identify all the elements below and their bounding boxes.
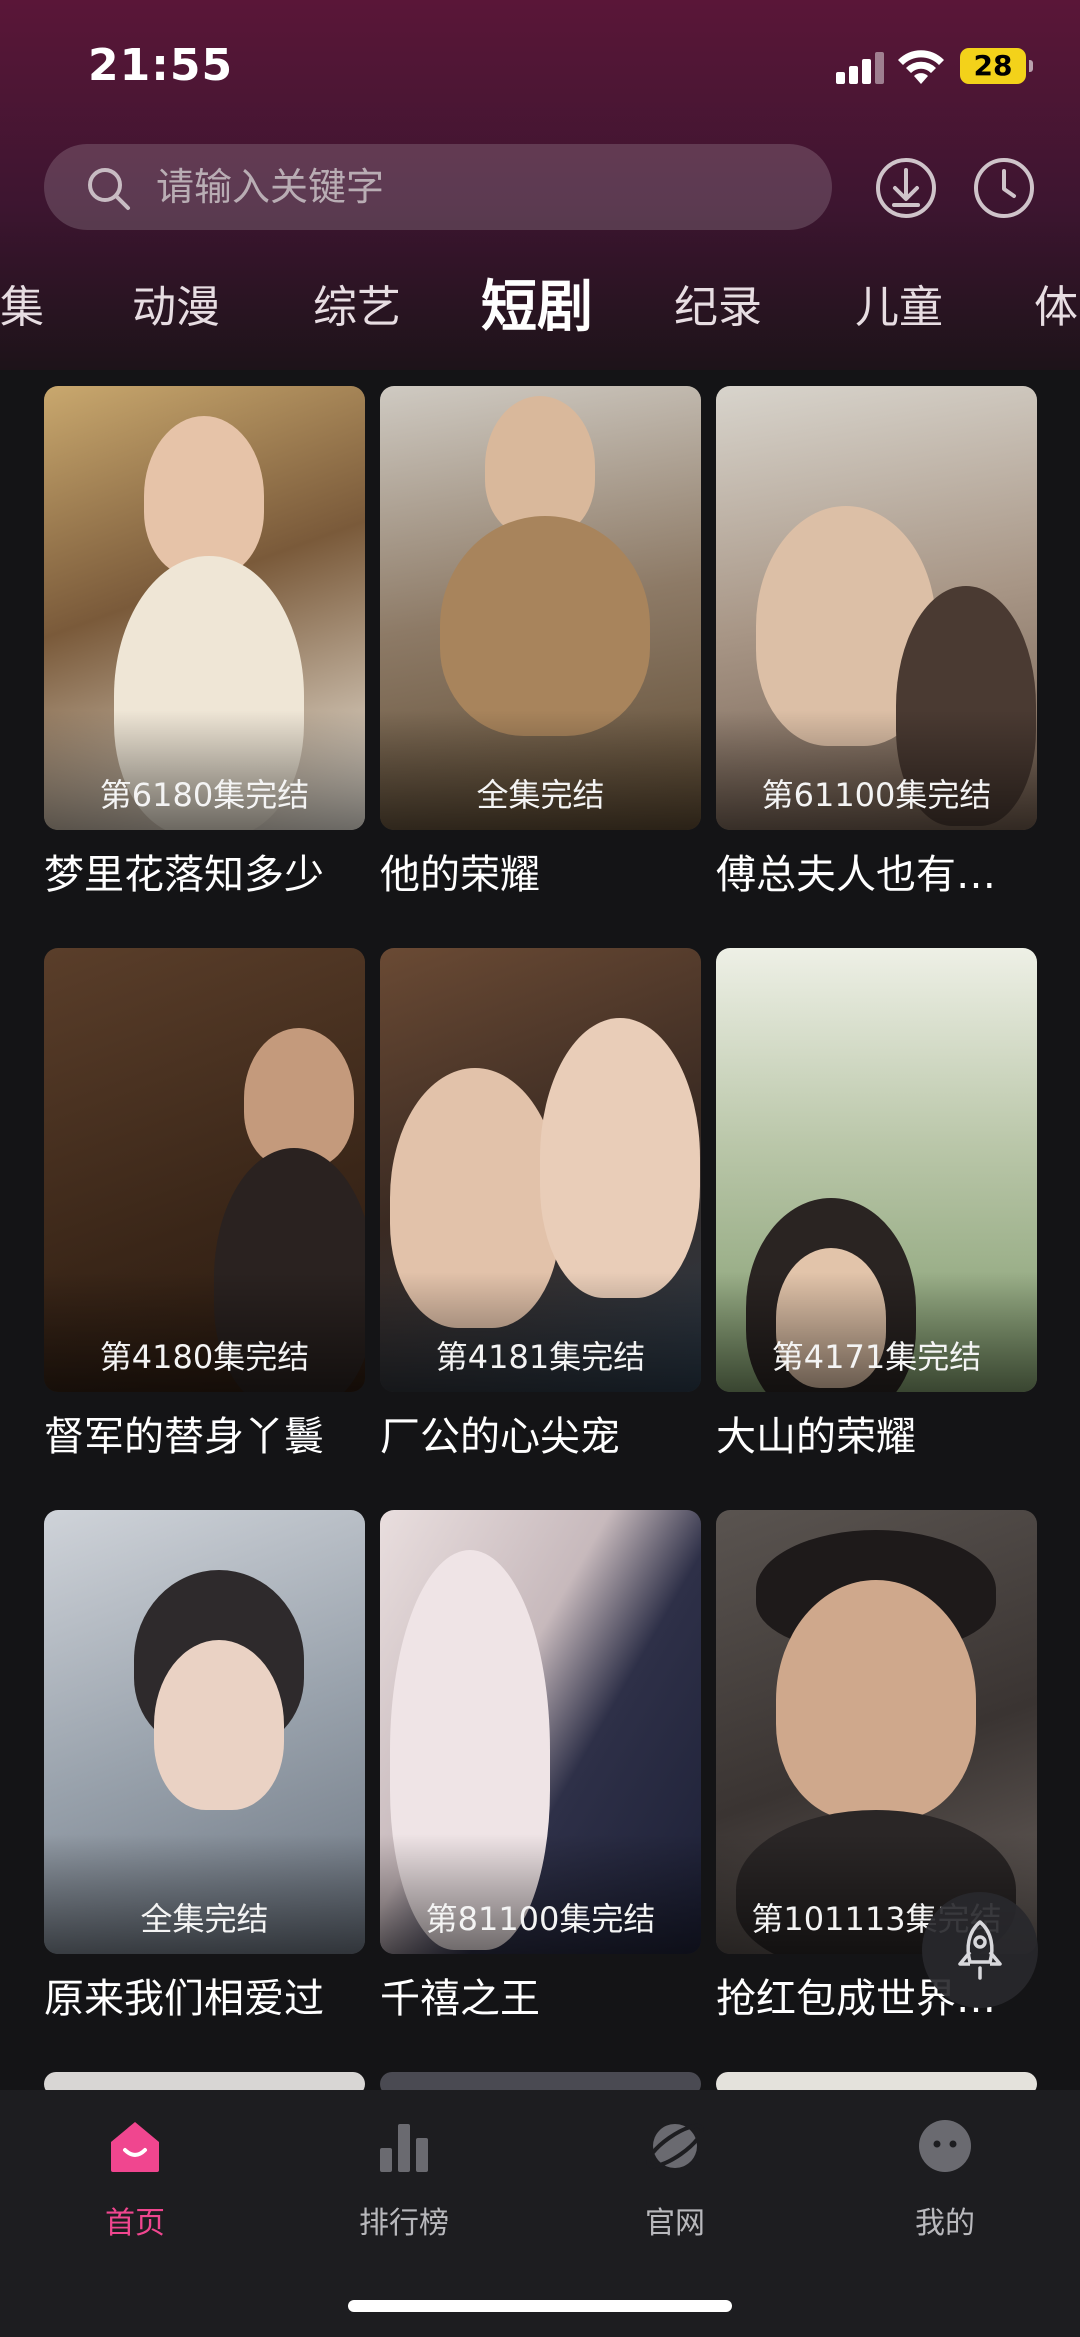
episode-status: 第4180集完结 — [99, 1338, 310, 1376]
history-icon[interactable] — [972, 156, 1036, 220]
rocket-icon — [958, 1920, 1002, 1980]
poster-image: 全集完结 — [44, 1510, 365, 1954]
poster-image: 第4180集完结 — [44, 948, 365, 1392]
poster-image: 第81100集完结 — [380, 1510, 701, 1954]
tab-short-drama[interactable]: 短剧 — [481, 268, 593, 348]
planet-icon — [646, 2123, 704, 2169]
drama-card[interactable]: 第6180集完结 梦里花落知多少 — [44, 386, 365, 902]
drama-title: 原来我们相爱过 — [44, 1976, 324, 2022]
download-icon[interactable] — [874, 156, 938, 220]
nav-home[interactable]: 首页 — [45, 2114, 225, 2242]
tab-partial-right[interactable]: 体 — [1034, 268, 1078, 348]
drama-title: 千禧之王 — [380, 1976, 540, 2022]
episode-status: 第4181集完结 — [435, 1338, 646, 1376]
tab-documentary[interactable]: 纪录 — [674, 268, 762, 348]
drama-card[interactable]: 第4181集完结 厂公的心尖宠 — [380, 948, 701, 1464]
drama-title: 傅总夫人也有… — [716, 852, 996, 898]
nav-ranking[interactable]: 排行榜 — [314, 2114, 494, 2242]
profile-icon — [919, 2120, 971, 2172]
episode-status: 第81100集完结 — [425, 1900, 656, 1938]
episode-status: 第6180集完结 — [99, 776, 310, 814]
episode-status: 全集完结 — [476, 776, 605, 814]
drama-card[interactable]: 全集完结 他的荣耀 — [380, 386, 701, 902]
tab-kids[interactable]: 儿童 — [855, 268, 943, 348]
ranking-icon — [380, 2124, 428, 2172]
poster-image: 第61100集完结 — [716, 386, 1037, 830]
drama-title: 梦里花落知多少 — [44, 852, 324, 898]
episode-status: 第61100集完结 — [761, 776, 992, 814]
episode-status: 全集完结 — [140, 1900, 269, 1938]
category-tabs: 集 动漫 综艺 短剧 纪录 儿童 体 — [0, 268, 1080, 348]
nav-official-site[interactable]: 官网 — [585, 2114, 765, 2242]
drama-title: 督军的替身丫鬟 — [44, 1414, 324, 1460]
drama-title: 大山的荣耀 — [716, 1414, 916, 1460]
tab-variety[interactable]: 综艺 — [313, 268, 401, 348]
nav-profile-label: 我的 — [915, 2206, 975, 2241]
search-input[interactable] — [156, 144, 796, 230]
tab-anime[interactable]: 动漫 — [132, 268, 220, 348]
nav-profile[interactable]: 我的 — [855, 2114, 1035, 2242]
status-time: 21:55 — [88, 40, 234, 91]
status-bar: 21:55 28 — [0, 0, 1080, 135]
drama-card[interactable]: 第61100集完结 傅总夫人也有… — [716, 386, 1037, 902]
nav-home-label: 首页 — [105, 2206, 165, 2241]
home-icon — [111, 2122, 159, 2172]
tab-partial-left[interactable]: 集 — [0, 268, 44, 348]
poster-image: 第101113集完结 — [716, 1510, 1037, 1954]
drama-card[interactable]: 第4171集完结 大山的荣耀 — [716, 948, 1037, 1464]
episode-status: 第4171集完结 — [771, 1338, 982, 1376]
signal-icon — [836, 52, 886, 84]
poster-image: 第6180集完结 — [44, 386, 365, 830]
header: 21:55 28 集 动漫 综艺 短剧 纪 — [0, 0, 1080, 370]
drama-card[interactable]: 第81100集完结 千禧之王 — [380, 1510, 701, 2026]
back-to-top-button[interactable] — [922, 1892, 1038, 2008]
home-indicator — [348, 2300, 732, 2312]
nav-official-site-label: 官网 — [645, 2206, 705, 2241]
poster-image: 第4171集完结 — [716, 948, 1037, 1392]
search-bar[interactable] — [44, 144, 832, 230]
search-icon — [88, 168, 130, 210]
drama-card[interactable]: 第4180集完结 督军的替身丫鬟 — [44, 948, 365, 1464]
drama-title: 厂公的心尖宠 — [380, 1414, 620, 1460]
drama-title: 他的荣耀 — [380, 852, 540, 898]
nav-ranking-label: 排行榜 — [359, 2206, 449, 2241]
battery-indicator: 28 — [960, 48, 1033, 84]
wifi-icon — [898, 50, 944, 84]
drama-card[interactable]: 全集完结 原来我们相爱过 — [44, 1510, 365, 2026]
poster-image: 全集完结 — [380, 386, 701, 830]
poster-image: 第4181集完结 — [380, 948, 701, 1392]
